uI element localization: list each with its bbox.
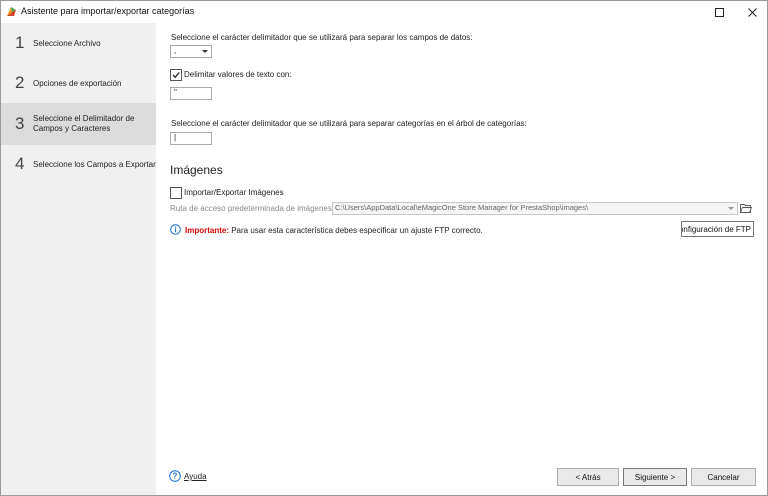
next-button[interactable]: Siguiente > (623, 468, 687, 486)
window-title: Asistente para importar/exportar categor… (21, 6, 195, 16)
import-images-label: Importar/Exportar Imágenes (184, 188, 284, 197)
step-select-file[interactable]: 1 Seleccione Archivo (1, 23, 156, 63)
wizard-window: Asistente para importar/exportar categor… (0, 0, 768, 496)
text-qualifier-checkbox[interactable] (170, 69, 182, 81)
important-label: Importante: (185, 226, 229, 235)
folder-open-icon[interactable] (740, 203, 752, 213)
wizard-content: Seleccione el carácter delimitador que s… (157, 23, 767, 495)
step-label-line-1: Seleccione el Delimitador de (33, 114, 135, 123)
step-number: 3 (15, 114, 25, 133)
step-label: Opciones de exportación (33, 79, 122, 88)
step-label-line-2: Campos y Caracteres (33, 124, 111, 133)
steps-sidebar: 1 Seleccione Archivo 2 Opciones de expor… (1, 23, 156, 495)
images-heading: Imágenes (170, 163, 223, 177)
svg-text:?: ? (173, 472, 178, 481)
category-delimiter-value: | (174, 133, 177, 142)
cancel-button[interactable]: Cancelar (691, 468, 756, 486)
title-bar: Asistente para importar/exportar categor… (1, 1, 767, 22)
maximize-icon (714, 7, 724, 17)
step-label: Seleccione Archivo (33, 39, 101, 48)
step-export-options[interactable]: 2 Opciones de exportación (1, 63, 156, 103)
chevron-down-icon (728, 207, 734, 210)
images-path-value: C:\Users\AppData\Local\eMagicOne Store M… (335, 203, 589, 212)
text-qualifier-label: Delimitar valores de texto con: (184, 70, 292, 79)
ftp-settings-label: Configuración de FTP (682, 224, 751, 234)
step-number: 4 (15, 154, 25, 173)
import-images-checkbox[interactable] (170, 187, 182, 199)
images-path-combobox[interactable]: C:\Users\AppData\Local\eMagicOne Store M… (332, 202, 738, 215)
ftp-notice: Importante: Para usar esta característic… (185, 226, 483, 235)
field-delimiter-value: , (174, 46, 177, 55)
help-icon[interactable]: ? (169, 470, 181, 482)
step-select-fields[interactable]: 4 Seleccione los Campos a Exportar (1, 145, 156, 185)
text-qualifier-value: " (174, 88, 177, 97)
next-label: Siguiente > (634, 472, 676, 482)
info-icon (170, 224, 181, 235)
images-path-label: Ruta de acceso predeterminada de imágene… (170, 204, 332, 213)
back-label: < Atrás (575, 472, 601, 482)
back-button[interactable]: < Atrás (557, 468, 619, 486)
checkmark-icon (172, 72, 180, 79)
step-number: 1 (15, 33, 25, 52)
category-delimiter-label: Seleccione el carácter delimitador que s… (171, 119, 527, 128)
app-logo-icon (7, 7, 16, 16)
step-delimiters[interactable]: 3 Seleccione el Delimitador de Campos y … (1, 103, 156, 145)
maximize-button[interactable] (706, 3, 732, 21)
close-button[interactable] (739, 3, 765, 21)
field-delimiter-select[interactable]: , (170, 45, 212, 58)
chevron-down-icon (202, 50, 208, 53)
step-label: Seleccione los Campos a Exportar (33, 160, 156, 169)
text-qualifier-input[interactable]: " (170, 87, 212, 100)
category-delimiter-input[interactable]: | (170, 132, 212, 145)
step-number: 2 (15, 73, 25, 92)
ftp-notice-text: Para usar esta característica debes espe… (229, 226, 483, 235)
cancel-label: Cancelar (707, 472, 740, 482)
ftp-settings-button[interactable]: Configuración de FTP (681, 221, 754, 237)
field-delimiter-label: Seleccione el carácter delimitador que s… (171, 33, 473, 42)
close-icon (747, 7, 757, 17)
help-link[interactable]: Ayuda (184, 472, 207, 481)
